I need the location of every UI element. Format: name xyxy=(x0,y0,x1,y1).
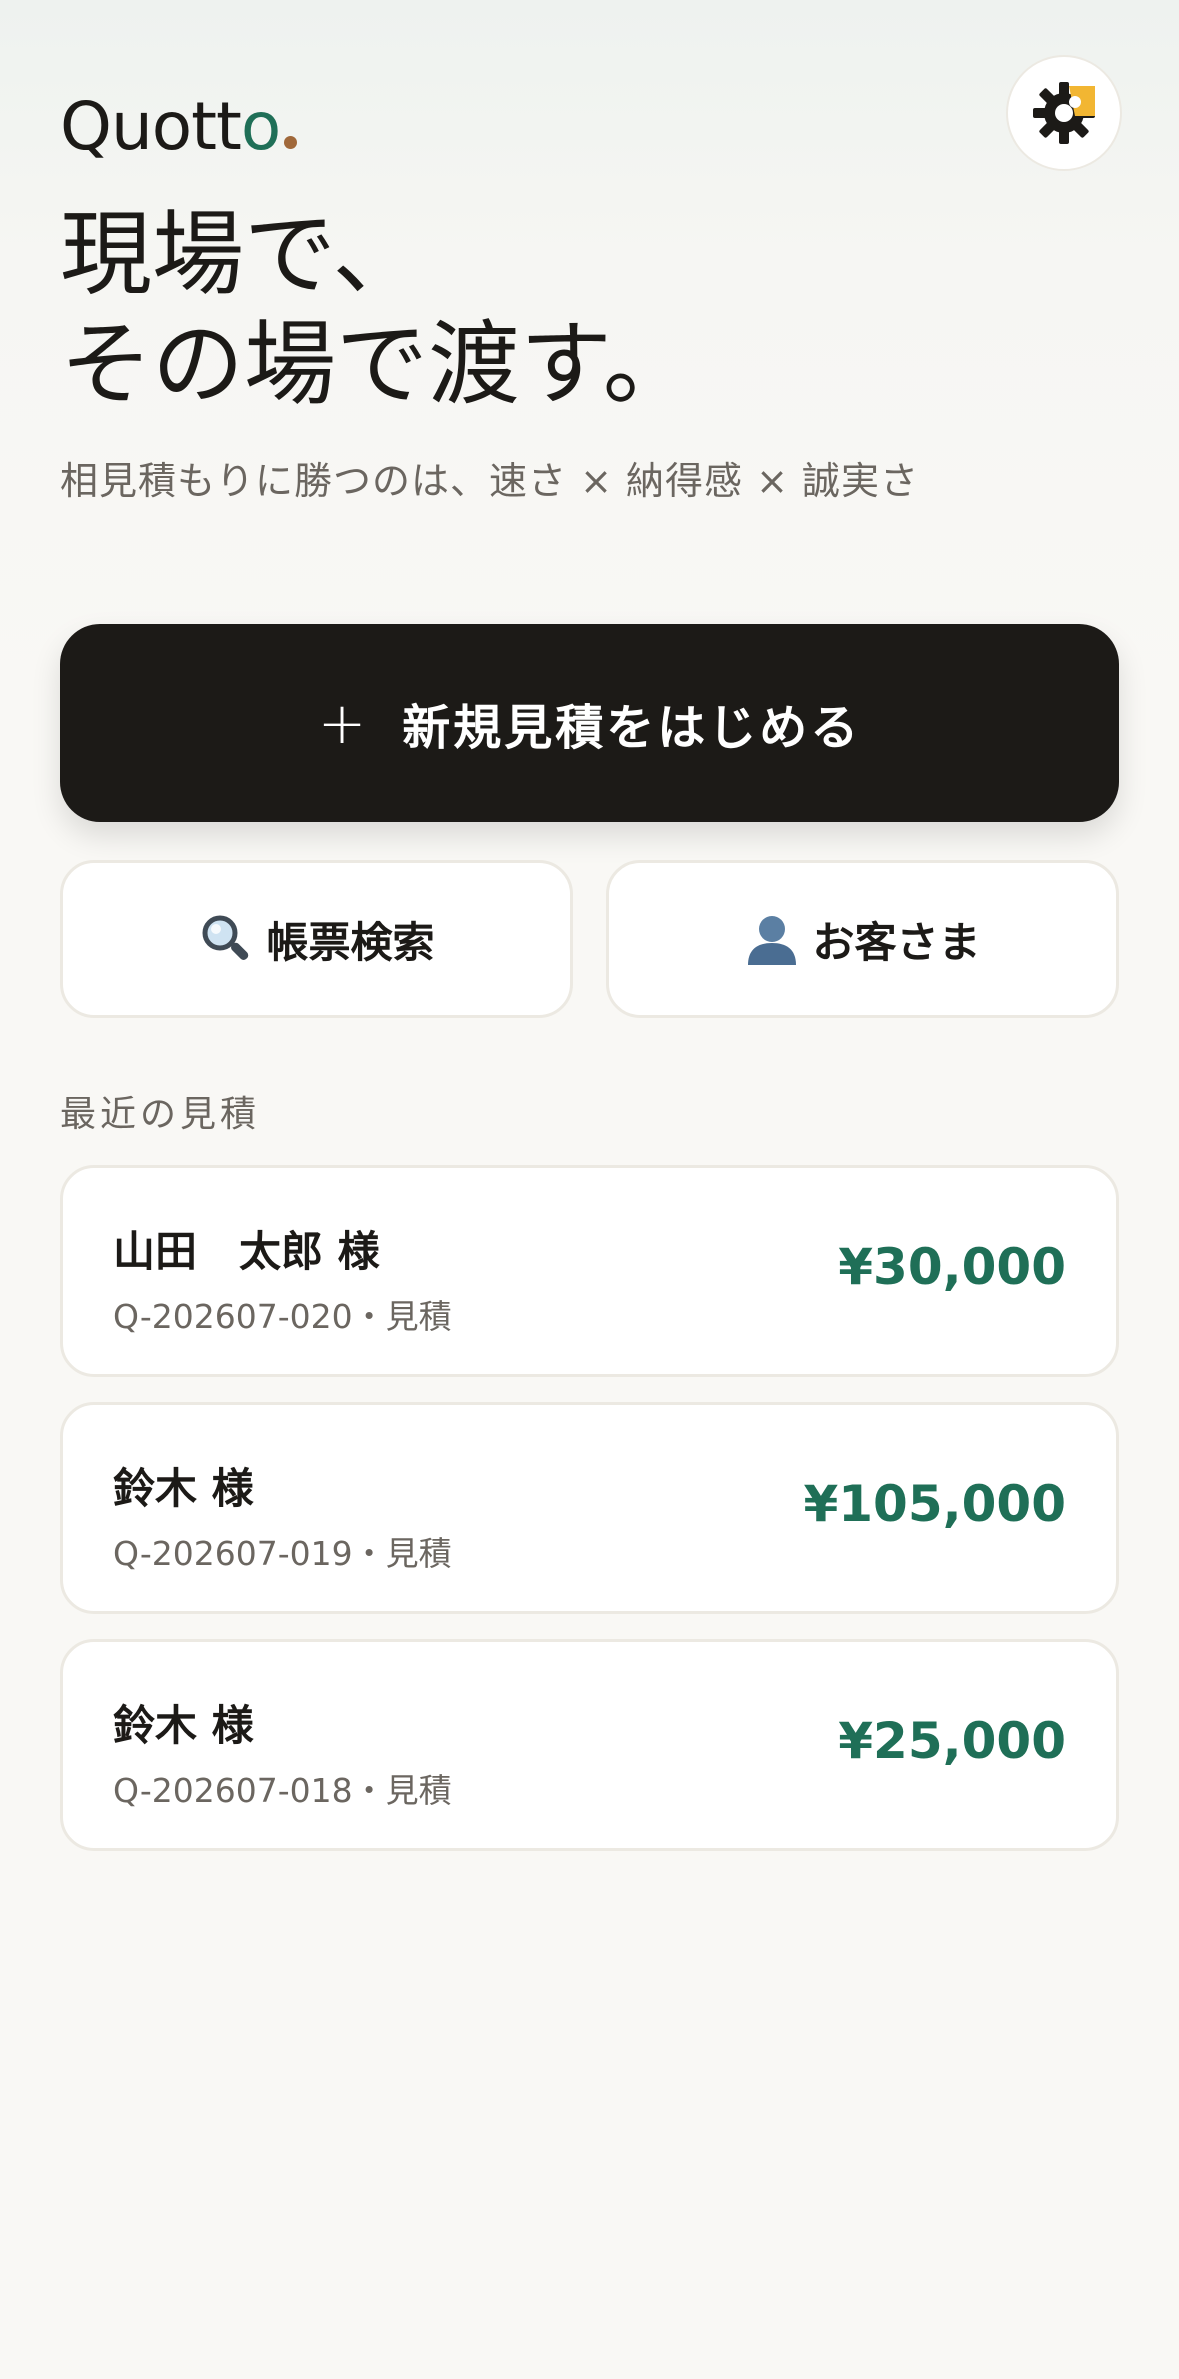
recent-quote-card[interactable]: 鈴木 様 Q-202607-018・見積 ¥25,000 xyxy=(60,1639,1119,1851)
hero-title-line2: その場で渡す。 xyxy=(60,311,695,418)
theme-toggle-gear-icon xyxy=(1031,80,1097,146)
customers-button[interactable]: お客さま xyxy=(606,860,1119,1018)
recent-quote-card[interactable]: 鈴木 様 Q-202607-019・見積 ¥105,000 xyxy=(60,1402,1119,1614)
quote-amount: ¥30,000 xyxy=(838,1238,1066,1296)
plus-icon: + xyxy=(317,689,367,757)
quote-meta: Q-202607-018・見積 xyxy=(113,1771,452,1810)
quote-meta: Q-202607-019・見積 xyxy=(113,1534,452,1573)
document-search-label: 帳票検索 xyxy=(266,917,435,967)
logo-text: Quott xyxy=(60,88,242,165)
app-logo: Quotto xyxy=(60,92,298,162)
new-quote-label: 新規見積をはじめる xyxy=(402,700,862,756)
hero-title: 現場で、 その場で渡す。 xyxy=(60,200,695,420)
quote-amount: ¥25,000 xyxy=(838,1712,1066,1770)
new-quote-button[interactable]: + 新規見積をはじめる xyxy=(60,624,1119,822)
logo-dot xyxy=(284,136,298,149)
magnifier-icon xyxy=(198,911,254,967)
quote-meta: Q-202607-020・見積 xyxy=(113,1297,452,1336)
customer-name: 鈴木 様 xyxy=(113,1701,254,1750)
person-silhouette-icon xyxy=(744,911,800,967)
theme-toggle-button[interactable] xyxy=(1006,55,1122,171)
hero-tagline: 相見積もりに勝つのは、速さ × 納得感 × 誠実さ xyxy=(60,459,919,503)
logo-accent-letter: o xyxy=(240,88,281,165)
customers-label: お客さま xyxy=(812,917,981,967)
customer-name: 鈴木 様 xyxy=(113,1464,254,1513)
customer-name: 山田 太郎 様 xyxy=(113,1227,380,1276)
recent-quote-card[interactable]: 山田 太郎 様 Q-202607-020・見積 ¥30,000 xyxy=(60,1165,1119,1377)
hero-title-line1: 現場で、 xyxy=(60,201,425,308)
document-search-button[interactable]: 帳票検索 xyxy=(60,860,573,1018)
recent-quotes-heading: 最近の見積 xyxy=(60,1094,261,1135)
quote-amount: ¥105,000 xyxy=(803,1475,1066,1533)
